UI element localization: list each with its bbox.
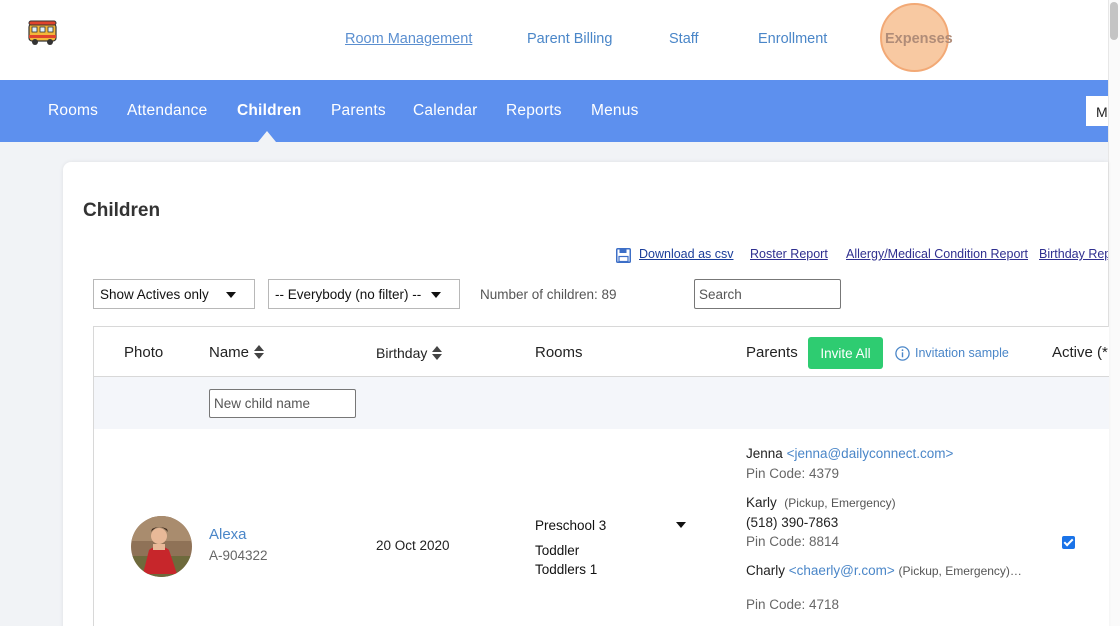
nav-children[interactable]: Children (237, 102, 301, 120)
main-nav: Rooms Attendance Children Parents Calend… (0, 80, 1108, 142)
invitation-sample-link[interactable]: Invitation sample (915, 346, 1009, 360)
parent-billing-link[interactable]: Parent Billing (527, 31, 612, 47)
top-header: Room Management Parent Billing Staff Enr… (0, 0, 1120, 80)
parent-name: Jenna (746, 446, 783, 461)
chevron-down-icon (226, 292, 236, 298)
roster-report-link[interactable]: Roster Report (750, 247, 828, 261)
status-filter-value: Show Actives only (100, 287, 209, 302)
new-child-name-input[interactable] (209, 389, 356, 418)
staff-link[interactable]: Staff (669, 31, 699, 47)
other-room: Toddler (535, 543, 580, 558)
sort-icon[interactable] (254, 345, 265, 359)
parent-email-link[interactable]: <jenna@dailyconnect.com> (787, 446, 954, 461)
parent-role: (Pickup, Emergency)… (898, 564, 1022, 578)
scrollbar-thumb[interactable] (1110, 2, 1118, 40)
download-csv-link[interactable]: Download as csv (639, 247, 734, 261)
nav-reports[interactable]: Reports (506, 102, 562, 120)
status-filter-select[interactable]: Show Actives only (93, 279, 255, 309)
col-name[interactable]: Name (209, 344, 265, 361)
col-photo: Photo (124, 344, 164, 361)
group-filter-select[interactable]: -- Everybody (no filter) -- (268, 279, 460, 309)
nav-rooms[interactable]: Rooms (48, 102, 98, 120)
col-rooms: Rooms (535, 344, 583, 361)
col-name-label: Name (209, 344, 250, 361)
active-checkbox[interactable] (1062, 536, 1075, 549)
floppy-disk-icon[interactable] (616, 248, 631, 263)
active-tab-caret (258, 131, 276, 142)
col-parents: Parents (746, 344, 798, 361)
nav-right-control[interactable]: M (1086, 96, 1110, 126)
col-active: Active (* (1052, 344, 1108, 361)
parent-email-link[interactable]: <chaerly@r.com> (789, 563, 895, 578)
children-count: Number of children: 89 (480, 287, 617, 302)
parent-pin: Pin Code: 4718 (746, 597, 840, 612)
parent-phone: (518) 390-7863 (746, 515, 839, 530)
nav-attendance[interactable]: Attendance (127, 102, 207, 120)
parent-role: (Pickup, Emergency) (784, 496, 896, 510)
parent-entry: Karly (Pickup, Emergency) (746, 495, 896, 510)
parent-entry: Charly <chaerly@r.com> (Pickup, Emergenc… (746, 563, 1022, 578)
page-title: Children (83, 200, 161, 221)
child-birthday: 20 Oct 2020 (376, 538, 450, 553)
enrollment-link[interactable]: Enrollment (758, 31, 827, 47)
room-management-link[interactable]: Room Management (345, 31, 472, 47)
table-header: Photo Name Birthday Rooms Parents Invite… (94, 327, 1109, 377)
birthday-report-link[interactable]: Birthday Rep (1039, 247, 1108, 261)
child-name-link[interactable]: Alexa (209, 526, 247, 543)
col-birthday-label: Birthday (376, 345, 428, 361)
group-filter-value: -- Everybody (no filter) -- (275, 287, 422, 302)
nav-parents[interactable]: Parents (331, 102, 386, 120)
children-table: Photo Name Birthday Rooms Parents Invite… (93, 326, 1109, 626)
col-birthday[interactable]: Birthday (376, 345, 443, 361)
sort-icon[interactable] (432, 346, 443, 360)
search-input[interactable] (694, 279, 841, 309)
room-select[interactable]: Preschool 3 (535, 518, 606, 533)
child-avatar[interactable] (131, 516, 192, 577)
add-child-row (94, 377, 1109, 429)
other-room: Toddlers 1 (535, 562, 598, 577)
page-scrollbar[interactable] (1108, 0, 1120, 626)
nav-calendar[interactable]: Calendar (413, 102, 478, 120)
school-bus-logo-icon[interactable] (28, 20, 57, 46)
parent-name: Charly (746, 563, 786, 578)
child-photo-icon (131, 516, 192, 577)
parent-pin: Pin Code: 4379 (746, 466, 840, 481)
chevron-down-icon (431, 292, 441, 298)
info-icon[interactable] (895, 346, 910, 361)
allergy-report-link[interactable]: Allergy/Medical Condition Report (846, 247, 1028, 261)
child-id: A-904322 (209, 548, 268, 563)
parent-name: Karly (746, 495, 777, 510)
parent-entry: Jenna <jenna@dailyconnect.com> (746, 446, 953, 461)
expenses-link[interactable]: Expenses (885, 31, 953, 47)
nav-menus[interactable]: Menus (591, 102, 639, 120)
chevron-down-icon[interactable] (676, 522, 686, 528)
table-row: Alexa A-904322 20 Oct 2020 Preschool 3 T… (94, 429, 1109, 626)
parent-pin: Pin Code: 8814 (746, 534, 840, 549)
invite-all-button[interactable]: Invite All (808, 337, 883, 369)
